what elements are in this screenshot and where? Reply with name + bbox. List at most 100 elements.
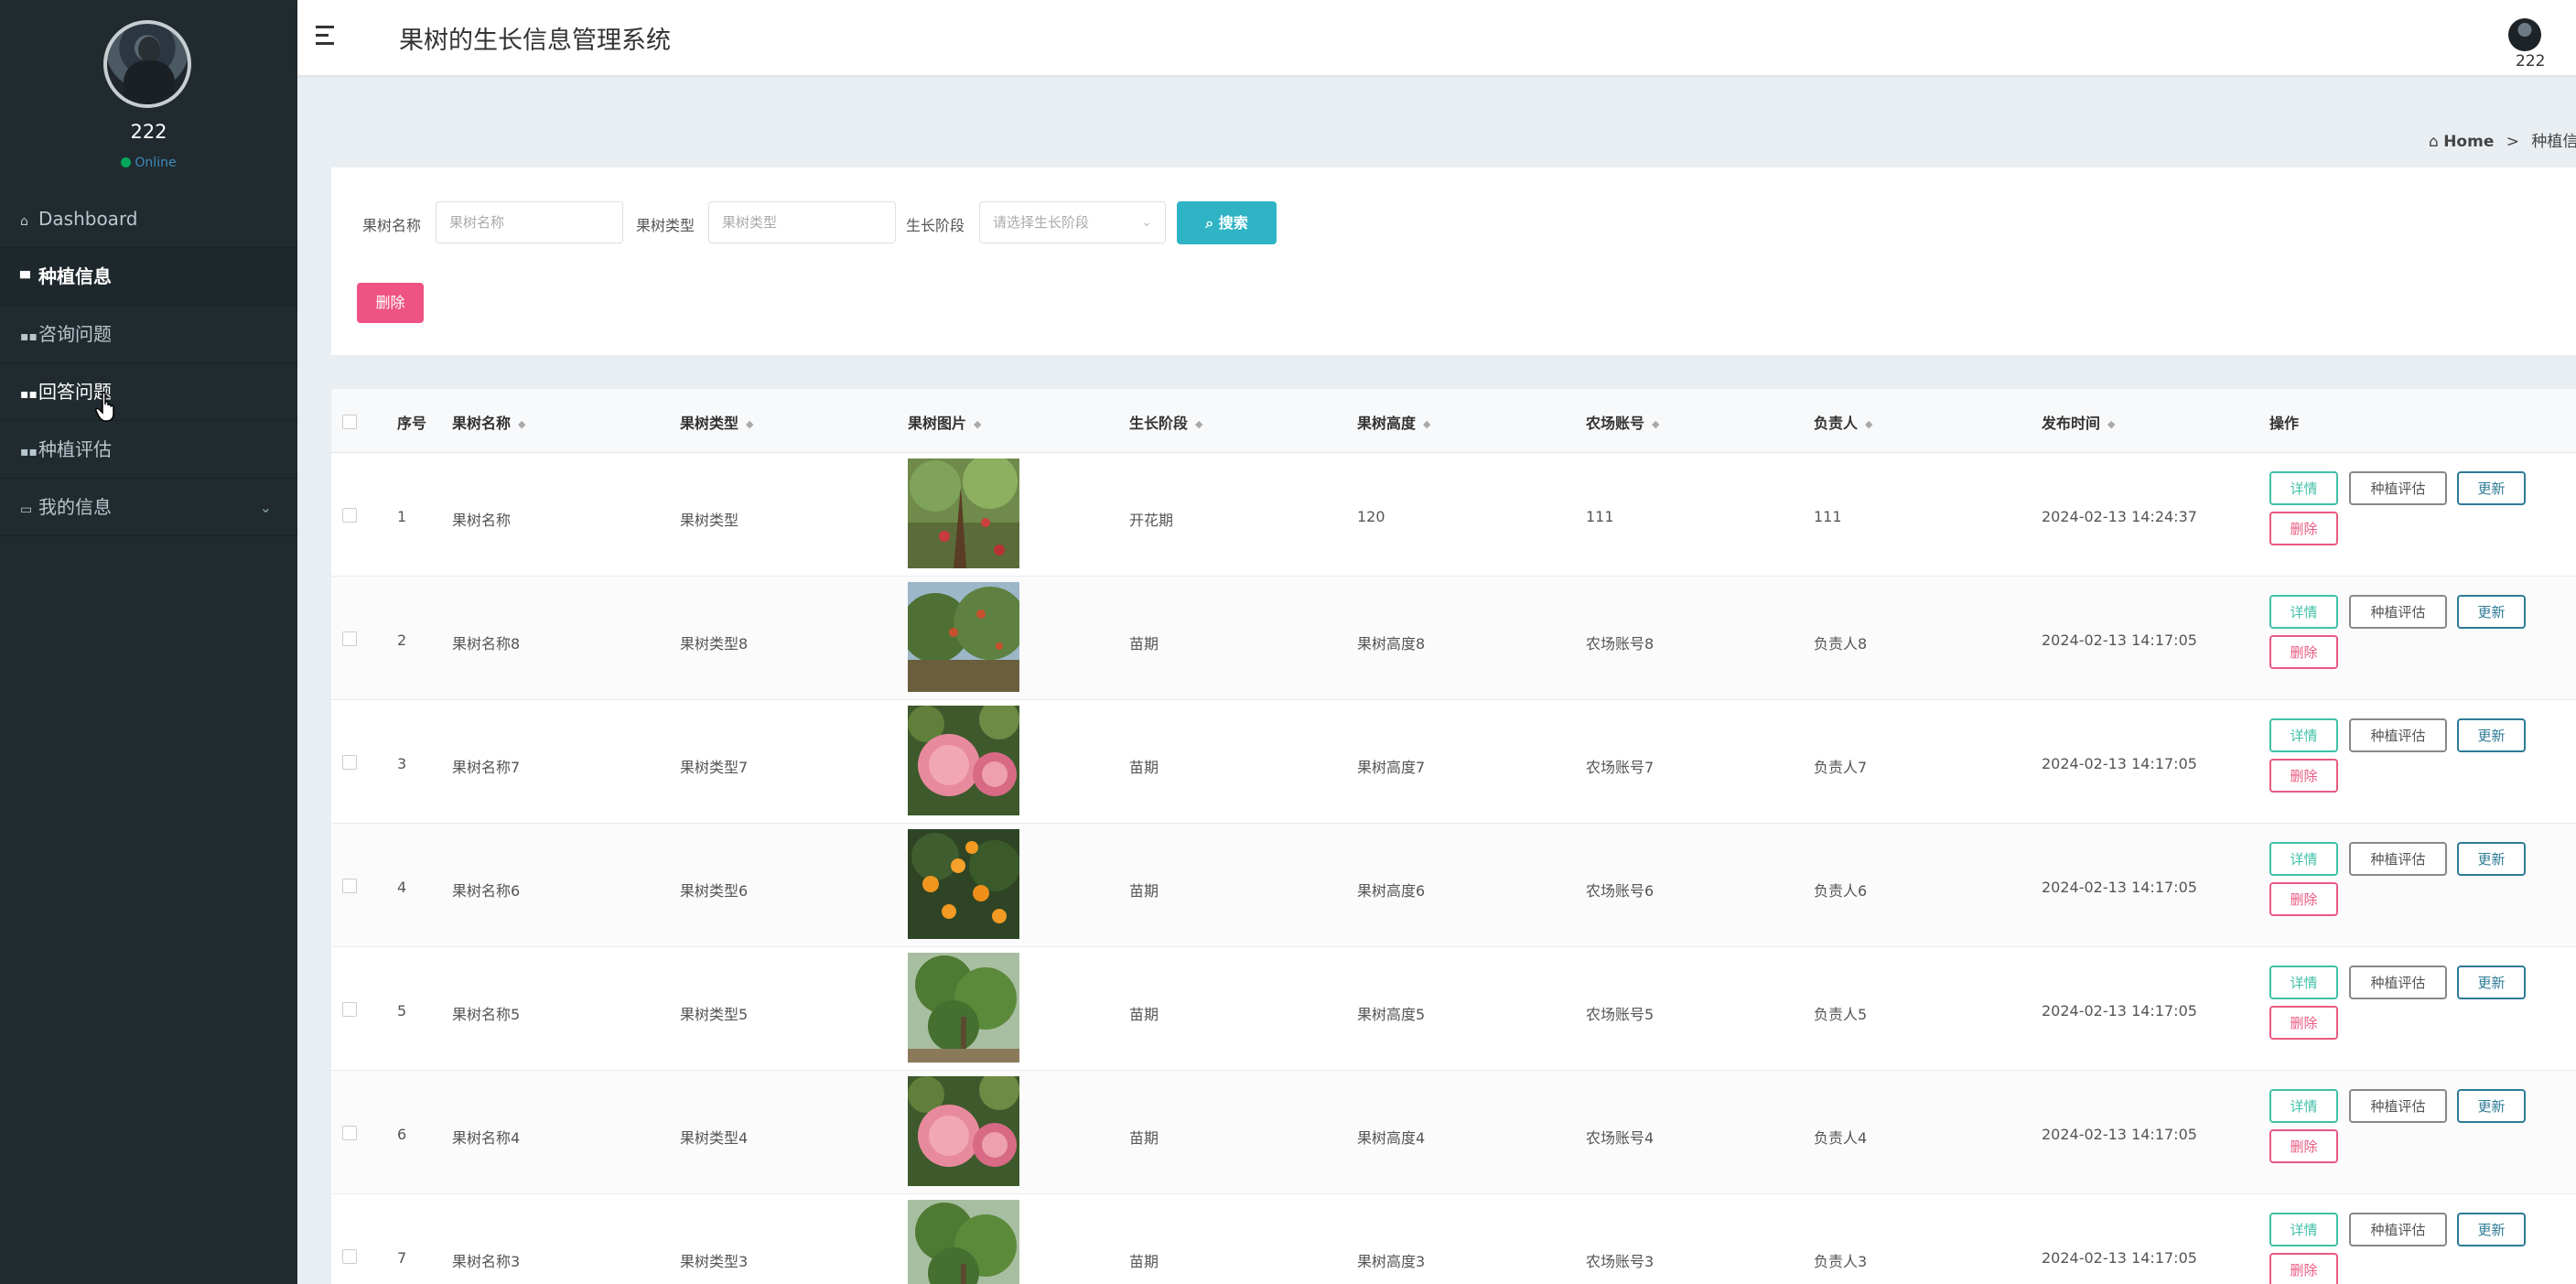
cell-image-thumbnail[interactable] — [908, 1200, 1019, 1284]
delete-button[interactable]: 删除 — [2269, 759, 2338, 793]
avatar[interactable] — [103, 20, 191, 108]
evaluate-button[interactable]: 种植评估 — [2349, 595, 2447, 629]
th-owner[interactable]: 负责人 ◆ — [1814, 411, 1872, 433]
row-checkbox[interactable] — [342, 1002, 357, 1017]
th-time[interactable]: 发布时间 ◆ — [2042, 411, 2115, 433]
cell-index: 5 — [397, 1002, 407, 1020]
sidebar-item-evaluation[interactable]: ▪▪种植评估 — [0, 421, 297, 479]
card-icon: ▭ — [20, 502, 33, 517]
evaluate-button[interactable]: 种植评估 — [2349, 842, 2447, 876]
update-button[interactable]: 更新 — [2457, 842, 2526, 876]
th-name-label: 果树名称 — [452, 415, 512, 432]
delete-button[interactable]: 删除 — [2269, 512, 2338, 545]
cell-account: 农场账号3 — [1586, 1253, 1654, 1270]
name-label: 果树名称 — [362, 217, 422, 234]
sort-icon: ◆ — [746, 418, 754, 430]
stage-select[interactable]: 请选择生长阶段 ⌄ — [979, 201, 1166, 243]
cell-image-thumbnail[interactable] — [908, 582, 1019, 692]
evaluate-button[interactable]: 种植评估 — [2349, 966, 2447, 999]
delete-button[interactable]: 删除 — [2269, 882, 2338, 916]
th-type[interactable]: 果树类型 ◆ — [680, 411, 753, 433]
app-title: 果树的生长信息管理系统 — [399, 27, 671, 55]
cell-height: 果树高度6 — [1357, 882, 1426, 900]
update-button[interactable]: 更新 — [2457, 595, 2526, 629]
cell-account: 农场账号4 — [1586, 1129, 1654, 1147]
row-checkbox[interactable] — [342, 755, 357, 770]
detail-button[interactable]: 详情 — [2269, 842, 2338, 876]
cell-stage: 苗期 — [1129, 759, 1159, 776]
evaluate-button[interactable]: 种植评估 — [2349, 471, 2447, 505]
cell-height: 果树高度8 — [1357, 635, 1426, 653]
th-action: 操作 — [2269, 415, 2300, 432]
batch-delete-button[interactable]: 删除 — [357, 283, 424, 323]
breadcrumb-home[interactable]: Home — [2443, 133, 2494, 151]
detail-button[interactable]: 详情 — [2269, 1213, 2338, 1246]
cell-index: 1 — [397, 508, 407, 525]
update-button[interactable]: 更新 — [2457, 966, 2526, 999]
sidebar-item-my-info[interactable]: ▭ 我的信息 ⌄ — [0, 479, 297, 536]
row-checkbox[interactable] — [342, 1126, 357, 1140]
cell-image-thumbnail[interactable] — [908, 1076, 1019, 1186]
update-button[interactable]: 更新 — [2457, 1089, 2526, 1123]
th-account[interactable]: 农场账号 ◆ — [1586, 411, 1659, 433]
th-image[interactable]: 果树图片 ◆ — [908, 411, 981, 433]
cell-name: 果树名称8 — [452, 635, 521, 653]
cell-image-thumbnail[interactable] — [908, 829, 1019, 939]
th-name[interactable]: 果树名称 ◆ — [452, 411, 525, 433]
evaluate-button[interactable]: 种植评估 — [2349, 1089, 2447, 1123]
sort-icon: ◆ — [2107, 418, 2116, 430]
cell-type: 果树类型5 — [680, 1006, 749, 1023]
data-table: 序号 果树名称 ◆ 果树类型 ◆ 果树图片 ◆ 生长阶段 ◆ 果树高度 ◆ 农场账号 ◆ 负… — [331, 389, 2576, 1284]
sidebar-item-dashboard[interactable]: ⌂ Dashboard — [0, 190, 297, 248]
detail-button[interactable]: 详情 — [2269, 1089, 2338, 1123]
sidebar-item-planting-info[interactable]: ▀ 种植信息 — [0, 248, 297, 306]
delete-button[interactable]: 删除 — [2269, 635, 2338, 669]
search-panel: 果树名称 果树名称 果树类型 果树类型 生长阶段 请选择生长阶段 ⌄ ⌕ 搜索 … — [331, 167, 2576, 355]
row-checkbox[interactable] — [342, 879, 357, 893]
online-status: Online — [0, 156, 297, 170]
sort-icon: ◆ — [1652, 418, 1660, 430]
cell-height: 果树高度3 — [1357, 1253, 1426, 1270]
menu-toggle-icon[interactable] — [316, 20, 340, 48]
user-profile: 222 Online — [0, 0, 297, 188]
delete-button[interactable]: 删除 — [2269, 1253, 2338, 1284]
update-button[interactable]: 更新 — [2457, 471, 2526, 505]
th-height[interactable]: 果树高度 ◆ — [1357, 411, 1430, 433]
row-checkbox[interactable] — [342, 1249, 357, 1264]
cell-type: 果树类型4 — [680, 1129, 749, 1147]
home-icon: ⌂ — [2429, 133, 2439, 151]
cell-image-thumbnail[interactable] — [908, 953, 1019, 1063]
detail-button[interactable]: 详情 — [2269, 966, 2338, 999]
cell-name: 果树名称3 — [452, 1253, 521, 1270]
cell-account: 农场账号5 — [1586, 1006, 1654, 1023]
cell-image-thumbnail[interactable] — [908, 459, 1019, 568]
detail-button[interactable]: 详情 — [2269, 595, 2338, 629]
row-checkbox[interactable] — [342, 631, 357, 646]
cell-owner: 负责人3 — [1814, 1253, 1868, 1270]
select-all-checkbox[interactable] — [342, 415, 357, 429]
delete-button[interactable]: 删除 — [2269, 1006, 2338, 1040]
cell-owner: 111 — [1814, 508, 1842, 525]
name-input[interactable]: 果树名称 — [436, 201, 623, 243]
type-input[interactable]: 果树类型 — [708, 201, 896, 243]
evaluate-button[interactable]: 种植评估 — [2349, 718, 2447, 752]
user-menu[interactable]: 222 — [2508, 18, 2576, 70]
cell-owner: 负责人8 — [1814, 635, 1868, 653]
table-row: 5 果树名称5 果树类型5 苗期 果树高度5 农场账号5 负责人5 2024-02-13 14… — [331, 947, 2576, 1071]
evaluate-button[interactable]: 种植评估 — [2349, 1213, 2447, 1246]
profile-username: 222 — [130, 121, 167, 143]
search-button[interactable]: ⌕ 搜索 — [1177, 201, 1277, 244]
delete-button[interactable]: 删除 — [2269, 1129, 2338, 1163]
update-button[interactable]: 更新 — [2457, 1213, 2526, 1246]
row-checkbox[interactable] — [342, 508, 357, 523]
sidebar-item-answer[interactable]: ▪▪回答问题 — [0, 363, 297, 421]
sidebar-item-consult[interactable]: ▪▪咨询问题 — [0, 306, 297, 363]
th-stage[interactable]: 生长阶段 ◆ — [1129, 411, 1202, 433]
update-button[interactable]: 更新 — [2457, 718, 2526, 752]
detail-button[interactable]: 详情 — [2269, 718, 2338, 752]
cell-stage: 苗期 — [1129, 1006, 1159, 1023]
detail-button[interactable]: 详情 — [2269, 471, 2338, 505]
cell-stage: 苗期 — [1129, 1253, 1159, 1270]
cell-image-thumbnail[interactable] — [908, 706, 1019, 815]
sort-icon: ◆ — [974, 418, 982, 430]
